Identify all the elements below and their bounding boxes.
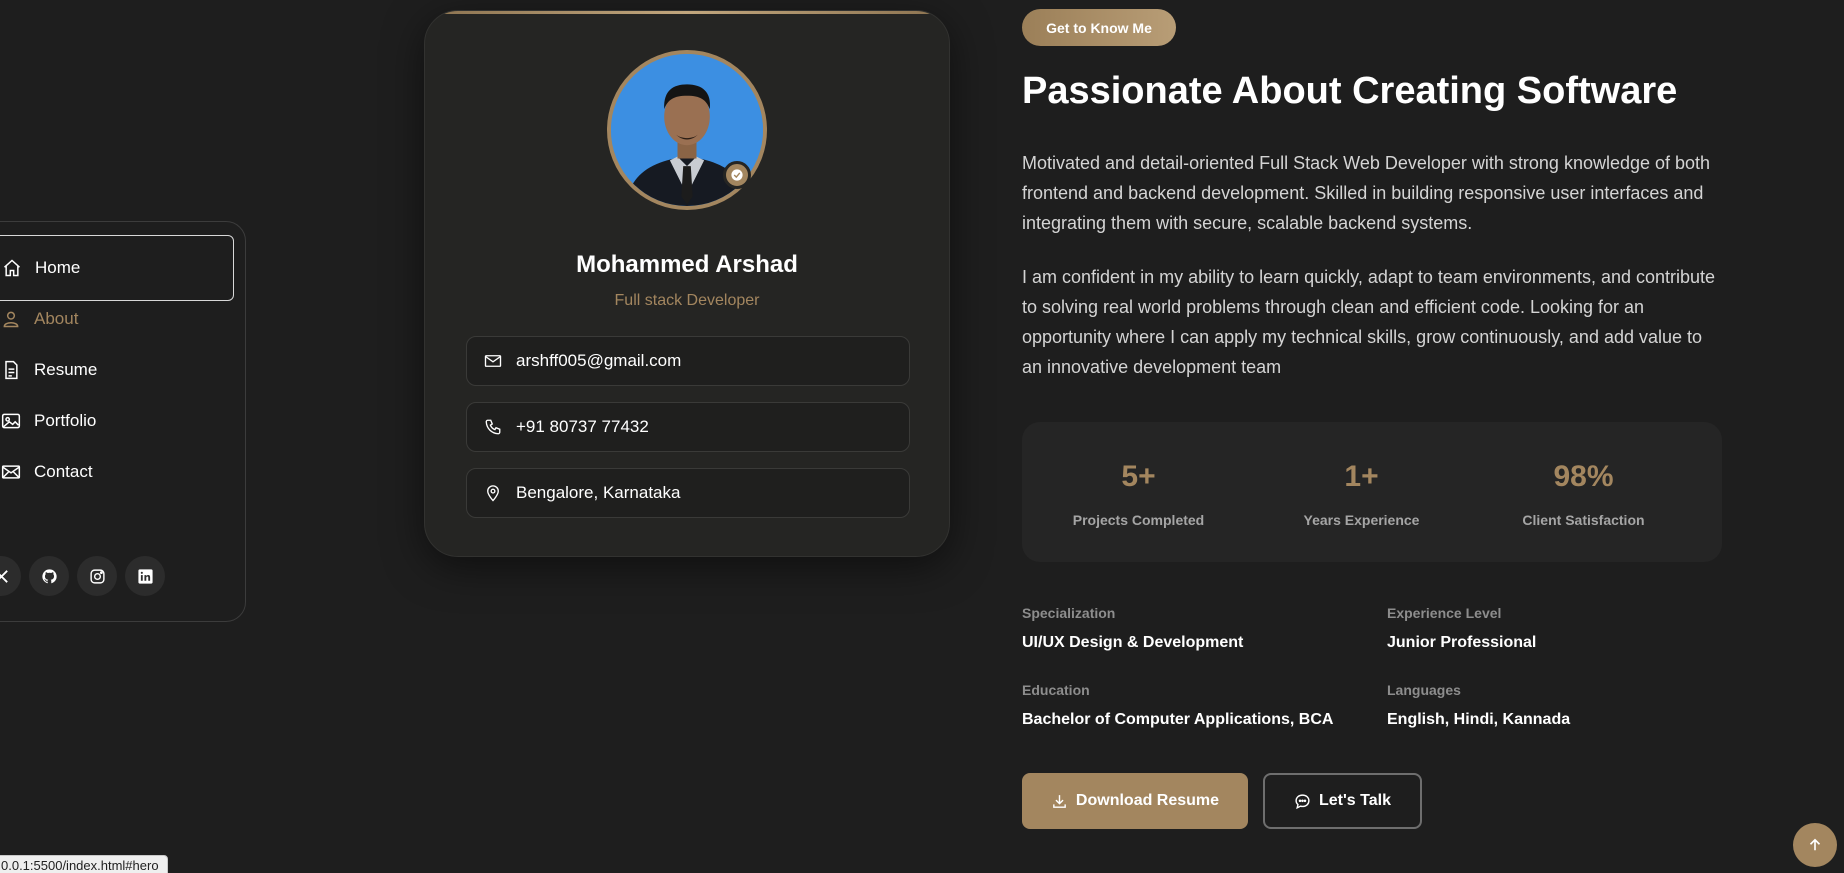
stat-value: 1+ — [1344, 460, 1379, 493]
nav-item-label: Resume — [34, 360, 98, 379]
contact-email-text: arshff005@gmail.com — [516, 351, 682, 370]
stats-panel: 5+ Projects Completed 1+ Years Experienc… — [1022, 422, 1722, 562]
about-paragraph-1: Motivated and detail-oriented Full Stack… — [1022, 153, 1711, 233]
education-value: Bachelor of Computer Applications, BCA — [1022, 711, 1334, 728]
download-resume-button[interactable]: Download Resume — [1022, 773, 1248, 829]
browser-status-url: 0.0.1:5500/index.html#hero — [0, 855, 168, 873]
contact-email[interactable]: arshff005@gmail.com — [466, 336, 910, 386]
contact-location[interactable]: Bengalore, Karnataka — [466, 468, 910, 518]
languages-value: English, Hindi, Kannada — [1387, 711, 1571, 728]
scroll-to-top-button[interactable] — [1793, 823, 1837, 867]
location-pin-icon — [483, 484, 503, 502]
stat-value: 5+ — [1121, 460, 1156, 493]
document-icon — [0, 359, 22, 381]
nav-item-contact[interactable]: Contact — [0, 439, 234, 505]
lets-talk-button[interactable]: Let's Talk — [1263, 773, 1422, 829]
verified-check-icon — [723, 161, 751, 189]
about-heading: Passionate About Creating Software — [1022, 70, 1678, 112]
profile-role: Full stack Developer — [614, 292, 760, 309]
stat-value: 98% — [1553, 460, 1614, 493]
download-icon — [1051, 793, 1068, 810]
stat-label: Projects Completed — [1072, 512, 1205, 528]
nav-item-label: About — [34, 309, 79, 328]
github-icon[interactable] — [29, 556, 69, 596]
image-icon — [0, 410, 22, 432]
user-icon — [0, 308, 22, 330]
languages-label: Languages — [1387, 682, 1461, 698]
stat-label: Years Experience — [1303, 512, 1420, 528]
education-label: Education — [1022, 682, 1090, 698]
mail-icon — [0, 461, 22, 483]
experience-level-label: Experience Level — [1387, 605, 1502, 621]
home-icon — [1, 257, 23, 279]
instagram-icon[interactable] — [77, 556, 117, 596]
about-paragraph-2: I am confident in my ability to learn qu… — [1022, 267, 1716, 377]
nav-item-label: Portfolio — [34, 411, 97, 430]
profile-name: Mohammed Arshad — [576, 251, 798, 278]
specialization-label: Specialization — [1022, 605, 1116, 621]
specialization-value: UI/UX Design & Development — [1022, 634, 1244, 651]
x-icon[interactable] — [0, 556, 21, 596]
contact-phone[interactable]: +91 80737 77432 — [466, 402, 910, 452]
chat-bubble-icon — [1294, 793, 1311, 810]
linkedin-icon[interactable] — [125, 556, 165, 596]
nav-item-label: Contact — [34, 462, 93, 481]
contact-phone-text: +91 80737 77432 — [516, 417, 649, 436]
nav-item-label: Home — [35, 258, 81, 277]
arrow-up-icon — [1809, 838, 1821, 851]
stat-label: Client Satisfaction — [1522, 512, 1645, 528]
side-navigation: Home About Resume Portfolio Contact — [0, 221, 246, 622]
social-links — [0, 556, 165, 596]
profile-card: Mohammed Arshad Full stack Developer ars… — [424, 10, 950, 557]
card-accent-line — [425, 11, 949, 14]
mail-icon — [483, 352, 503, 370]
phone-icon — [483, 418, 503, 436]
download-resume-label: Download Resume — [1075, 792, 1220, 809]
lets-talk-label: Let's Talk — [1319, 792, 1391, 809]
contact-location-text: Bengalore, Karnataka — [516, 483, 681, 502]
experience-level-value: Junior Professional — [1387, 634, 1537, 651]
section-badge: Get to Know Me — [1022, 9, 1176, 46]
